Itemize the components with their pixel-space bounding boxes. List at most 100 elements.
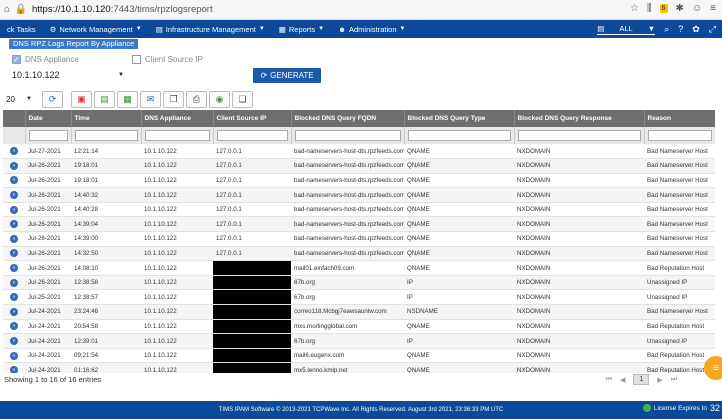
- table-row[interactable]: » Jul-25-2021 12:38:57 10.1.10.122 67b.org IP…: [3, 289, 715, 306]
- expand-row-icon[interactable]: »: [10, 161, 18, 170]
- expand-row-icon[interactable]: »: [10, 220, 18, 229]
- expand-cell[interactable]: »: [3, 187, 25, 203]
- expand-row-icon[interactable]: »: [10, 322, 18, 331]
- col-header-client-source-ip[interactable]: Client Source IP: [213, 110, 292, 127]
- page-size-select[interactable]: 20 ▼: [4, 91, 34, 107]
- export-csv-button[interactable]: ▤: [94, 90, 115, 108]
- expand-cell[interactable]: »: [3, 289, 25, 306]
- refresh-button[interactable]: ⟳: [42, 90, 63, 108]
- expand-cell[interactable]: »: [3, 362, 25, 373]
- col-header-fqdn[interactable]: Blocked DNS Query FQDN: [291, 110, 405, 127]
- expand-row-icon[interactable]: »: [10, 278, 18, 287]
- puzzle-icon[interactable]: ✱: [676, 3, 684, 14]
- address-bar[interactable]: https://10.1.10.120:7443/tims/rpzlogsrep…: [32, 4, 213, 15]
- expand-row-icon[interactable]: »: [10, 366, 18, 373]
- filter-date-input[interactable]: [28, 130, 68, 141]
- table-row[interactable]: » Jul-24-2021 09:21:54 10.1.10.122 mail6.eug…: [3, 348, 715, 364]
- email-button[interactable]: ✉: [140, 90, 161, 108]
- col-header-query-response[interactable]: Blocked DNS Query Response: [514, 110, 645, 127]
- table-row[interactable]: » Jul-26-2021 14:40:32 10.1.10.122 127.0.0.1…: [3, 187, 715, 203]
- checkbox-unchecked-icon[interactable]: [132, 55, 141, 64]
- nav-administration[interactable]: ☻ Administration ▼: [331, 25, 412, 34]
- filter-client-ip-input[interactable]: [216, 130, 288, 141]
- col-header-query-type[interactable]: Blocked DNS Query Type: [404, 110, 515, 127]
- expand-cell[interactable]: »: [3, 202, 25, 218]
- current-page-button[interactable]: 1: [633, 374, 650, 385]
- expand-row-icon[interactable]: »: [10, 191, 18, 200]
- table-row[interactable]: » Jul-24-2021 12:39:01 10.1.10.122 67b.org IP…: [3, 333, 715, 349]
- export-pdf-button[interactable]: ▣: [71, 90, 92, 108]
- search-icon[interactable]: ⌕: [664, 24, 669, 35]
- extension-badge[interactable]: 6: [659, 4, 668, 13]
- table-row[interactable]: » Jul-27-2021 12:21:14 10.1.10.122 127.0.0.1…: [3, 144, 715, 160]
- expand-cell[interactable]: »: [3, 158, 25, 174]
- col-header-reason[interactable]: Reason: [644, 110, 715, 127]
- table-row[interactable]: » Jul-26-2021 14:40:28 10.1.10.122 127.0.0.1…: [3, 202, 715, 218]
- expand-cell[interactable]: »: [3, 231, 25, 247]
- filter-query-response-input[interactable]: [517, 130, 641, 141]
- first-page-icon[interactable]: ⏮: [606, 376, 612, 384]
- filter-reason-input[interactable]: [647, 130, 712, 141]
- table-row[interactable]: » Jul-24-2021 01:16:62 10.1.10.122 mx5.lenno…: [3, 362, 715, 373]
- expand-cell[interactable]: »: [3, 216, 25, 233]
- prev-page-icon[interactable]: ◀: [620, 376, 625, 384]
- table-row[interactable]: » Jul-26-2021 14:08:10 10.1.10.122 mail01.ei…: [3, 260, 715, 276]
- checkbox-checked-icon[interactable]: ✓: [12, 55, 21, 64]
- expand-cell[interactable]: »: [3, 260, 25, 276]
- table-row[interactable]: » Jul-26-2021 14:39:00 10.1.10.122 127.0.0.1…: [3, 231, 715, 247]
- expand-cell[interactable]: »: [3, 173, 25, 189]
- copy-button[interactable]: ❐: [163, 90, 184, 108]
- expand-cell[interactable]: »: [3, 144, 25, 160]
- table-row[interactable]: » Jul-24-2021 20:54:58 10.1.10.122 mxs.morli…: [3, 319, 715, 335]
- expand-row-icon[interactable]: »: [10, 205, 18, 214]
- quick-menu-button[interactable]: ≡: [704, 356, 722, 380]
- col-header-date[interactable]: Date: [25, 110, 72, 127]
- expand-row-icon[interactable]: »: [10, 264, 18, 273]
- table-row[interactable]: » Jul-26-2021 14:39:04 10.1.10.122 127.0.0.1…: [3, 216, 715, 233]
- table-row[interactable]: » Jul-26-2021 19:18:01 10.1.10.122 127.0.0.1…: [3, 173, 715, 189]
- filter-dns-appliance-input[interactable]: [144, 130, 210, 141]
- gear-icon[interactable]: ✿: [692, 24, 700, 35]
- col-header-time[interactable]: Time: [71, 110, 142, 127]
- expand-cell[interactable]: »: [3, 319, 25, 335]
- table-row[interactable]: » Jul-26-2021 12:38:58 10.1.10.122 67b.org IP…: [3, 275, 715, 291]
- nav-tasks[interactable]: ck Tasks: [0, 25, 43, 34]
- filter-query-type-input[interactable]: [407, 130, 511, 141]
- appliance-select[interactable]: 10.1.10.122 ▼: [12, 68, 124, 82]
- expand-row-icon[interactable]: »: [10, 176, 18, 185]
- expand-icon[interactable]: ⤢: [709, 24, 716, 35]
- menu-icon[interactable]: ≡: [710, 3, 716, 14]
- nav-reports[interactable]: ▦ Reports ▼: [272, 25, 331, 34]
- expand-row-icon[interactable]: »: [10, 234, 18, 243]
- expand-cell[interactable]: »: [3, 348, 25, 364]
- expand-row-icon[interactable]: »: [10, 147, 18, 156]
- expand-row-icon[interactable]: »: [10, 307, 18, 316]
- expand-cell[interactable]: »: [3, 275, 25, 291]
- help-icon[interactable]: ?: [678, 24, 683, 34]
- expand-cell[interactable]: »: [3, 333, 25, 349]
- restore-columns-button[interactable]: ❏: [232, 90, 253, 108]
- col-header-dns-appliance[interactable]: DNS Appliance: [141, 110, 214, 127]
- home-icon[interactable]: ⌂: [0, 3, 14, 17]
- columns-visibility-button[interactable]: ◉: [209, 90, 230, 108]
- generate-button[interactable]: ⟳ GENERATE: [253, 68, 321, 83]
- last-page-icon[interactable]: ⏭: [671, 376, 677, 384]
- expand-row-icon[interactable]: »: [10, 351, 18, 360]
- client-source-ip-option[interactable]: Client Source IP: [132, 55, 203, 64]
- table-row[interactable]: » Jul-24-2021 23:24:46 10.1.10.122 correo118…: [3, 304, 715, 320]
- dns-appliance-option[interactable]: ✓ DNS Appliance: [12, 55, 79, 64]
- expand-row-icon[interactable]: »: [10, 337, 18, 346]
- expand-row-icon[interactable]: »: [10, 293, 18, 302]
- filter-fqdn-input[interactable]: [294, 130, 401, 141]
- export-excel-button[interactable]: ▦: [117, 90, 138, 108]
- favorites-icon[interactable]: ☆: [630, 3, 639, 14]
- table-row[interactable]: » Jul-26-2021 14:32:50 10.1.10.122 127.0.0.1…: [3, 246, 715, 262]
- expand-cell[interactable]: »: [3, 246, 25, 262]
- filter-time-input[interactable]: [74, 130, 138, 141]
- expand-row-icon[interactable]: »: [10, 249, 18, 258]
- expand-cell[interactable]: »: [3, 304, 25, 320]
- site-select[interactable]: ▤ ALL ▼: [597, 23, 656, 35]
- next-page-icon[interactable]: ▶: [657, 376, 662, 384]
- table-row[interactable]: » Jul-26-2021 19:18:01 10.1.10.122 127.0.0.1…: [3, 158, 715, 174]
- nav-network-management[interactable]: ⚙ Network Management ▼: [43, 25, 149, 34]
